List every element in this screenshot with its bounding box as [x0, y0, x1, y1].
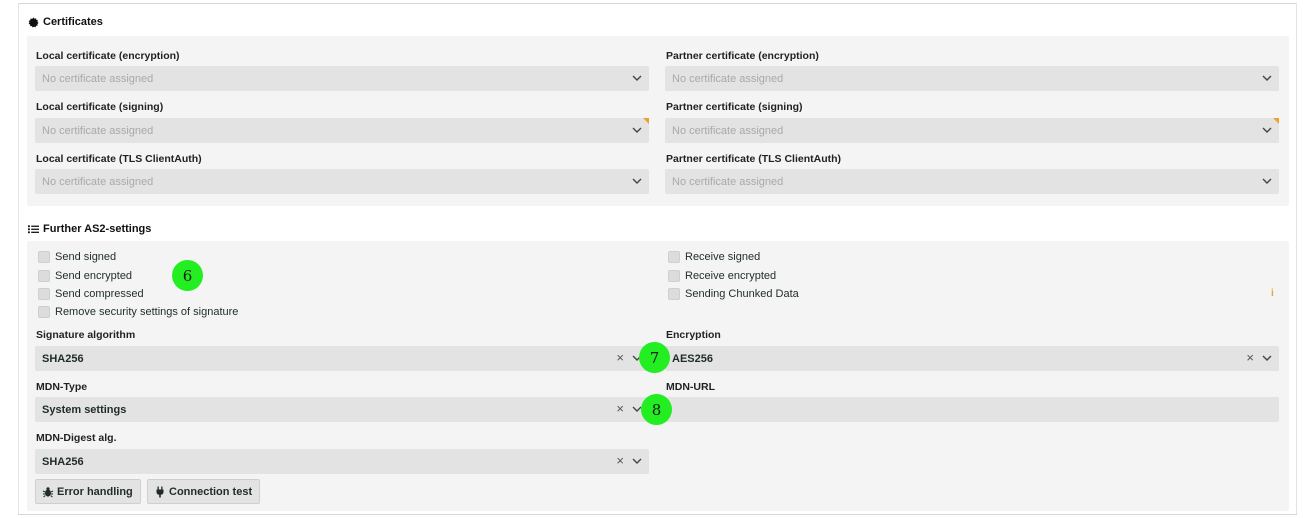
partner-tls-label: Partner certificate (TLS ClientAuth) [666, 153, 842, 165]
list-icon [27, 223, 39, 235]
local-encryption-select[interactable]: No certificate assigned [35, 66, 649, 91]
chevron-down-icon[interactable] [1261, 353, 1273, 363]
signature-algorithm-label: Signature algorithm [36, 329, 136, 341]
info-icon[interactable]: i [1271, 288, 1274, 299]
remove-security-checkbox-row[interactable]: Remove security settings of signature [38, 306, 238, 318]
step-marker-7: 7 [639, 342, 670, 373]
plug-icon [156, 486, 164, 497]
close-icon[interactable]: × [1246, 351, 1254, 365]
chevron-down-icon[interactable] [1261, 125, 1273, 135]
close-icon[interactable]: × [616, 402, 624, 416]
partner-encryption-label: Partner certificate (encryption) [666, 50, 819, 62]
mdn-digest-label: MDN-Digest alg. [36, 432, 117, 444]
certificates-section-title: Certificates [27, 16, 103, 28]
chunked-data-checkbox[interactable] [668, 288, 680, 300]
mdn-type-select[interactable]: System settings × [35, 397, 649, 422]
partner-tls-value: No certificate assigned [672, 175, 784, 188]
as2-section-title: Further AS2-settings [27, 223, 151, 235]
chevron-down-icon[interactable] [631, 456, 643, 466]
close-icon[interactable]: × [616, 454, 624, 468]
remove-security-checkbox[interactable] [38, 306, 50, 318]
local-signing-value: No certificate assigned [42, 124, 154, 137]
signature-algorithm-select[interactable]: SHA256 × [35, 346, 649, 371]
as2-title-text: Further AS2-settings [43, 223, 152, 235]
left-border [18, 3, 19, 515]
send-signed-checkbox-row[interactable]: Send signed [38, 251, 116, 263]
chevron-down-icon[interactable] [631, 176, 643, 186]
bug-icon [42, 486, 54, 497]
mdn-url-label: MDN-URL [666, 381, 715, 393]
receive-signed-checkbox[interactable] [668, 251, 680, 263]
receive-signed-checkbox-row[interactable]: Receive signed [668, 251, 760, 263]
send-compressed-checkbox[interactable] [38, 288, 50, 300]
send-signed-checkbox[interactable] [38, 251, 50, 263]
partner-signing-value: No certificate assigned [672, 124, 784, 137]
partner-encryption-select[interactable]: No certificate assigned [665, 66, 1279, 91]
mdn-type-label: MDN-Type [36, 381, 88, 393]
step-marker-8: 8 [641, 394, 672, 425]
error-handling-button[interactable]: Error handling [35, 479, 141, 504]
step-marker-6: 6 [172, 260, 203, 291]
local-encryption-label: Local certificate (encryption) [36, 50, 180, 62]
mdn-type-value: System settings [42, 403, 127, 416]
mdn-digest-value: SHA256 [42, 455, 84, 468]
send-compressed-label: Send compressed [55, 288, 144, 300]
receive-encrypted-label: Receive encrypted [685, 270, 777, 282]
send-encrypted-checkbox[interactable] [38, 270, 50, 282]
chunked-data-checkbox-row[interactable]: Sending Chunked Data [668, 288, 799, 300]
chevron-down-icon[interactable] [631, 73, 643, 83]
receive-signed-label: Receive signed [685, 251, 761, 263]
bottom-divider [18, 514, 1297, 515]
chevron-down-icon[interactable] [1261, 73, 1273, 83]
mdn-url-input[interactable] [665, 397, 1279, 422]
chunked-data-label: Sending Chunked Data [685, 288, 799, 300]
connection-test-label: Connection test [169, 485, 253, 498]
local-tls-value: No certificate assigned [42, 175, 154, 188]
error-handling-label: Error handling [57, 485, 133, 498]
encryption-select[interactable]: AES256 × [665, 346, 1279, 371]
top-divider [18, 3, 1297, 4]
close-icon[interactable]: × [616, 351, 624, 365]
gear-badge-icon [27, 16, 39, 28]
partner-encryption-value: No certificate assigned [672, 72, 784, 85]
remove-security-label: Remove security settings of signature [55, 306, 239, 318]
partner-signing-label: Partner certificate (signing) [666, 101, 803, 113]
send-encrypted-label: Send encrypted [55, 270, 133, 282]
right-border [1296, 3, 1297, 515]
partner-signing-select[interactable]: No certificate assigned [665, 118, 1279, 143]
local-signing-label: Local certificate (signing) [36, 101, 164, 113]
receive-encrypted-checkbox[interactable] [668, 270, 680, 282]
encryption-value: AES256 [672, 352, 713, 365]
local-tls-label: Local certificate (TLS ClientAuth) [36, 153, 202, 165]
chevron-down-icon[interactable] [1261, 176, 1273, 186]
warning-corner-marker [1273, 118, 1279, 124]
chevron-down-icon[interactable] [631, 125, 643, 135]
signature-algorithm-value: SHA256 [42, 352, 84, 365]
send-encrypted-checkbox-row[interactable]: Send encrypted [38, 270, 132, 282]
partner-tls-select[interactable]: No certificate assigned [665, 169, 1279, 194]
local-tls-select[interactable]: No certificate assigned [35, 169, 649, 194]
warning-corner-marker [643, 118, 649, 124]
send-compressed-checkbox-row[interactable]: Send compressed [38, 288, 144, 300]
local-encryption-value: No certificate assigned [42, 72, 154, 85]
certificates-title-text: Certificates [43, 16, 103, 28]
encryption-label: Encryption [666, 329, 721, 341]
connection-test-button[interactable]: Connection test [147, 479, 261, 504]
send-signed-label: Send signed [55, 251, 117, 263]
receive-encrypted-checkbox-row[interactable]: Receive encrypted [668, 270, 776, 282]
local-signing-select[interactable]: No certificate assigned [35, 118, 649, 143]
mdn-digest-select[interactable]: SHA256 × [35, 449, 649, 474]
